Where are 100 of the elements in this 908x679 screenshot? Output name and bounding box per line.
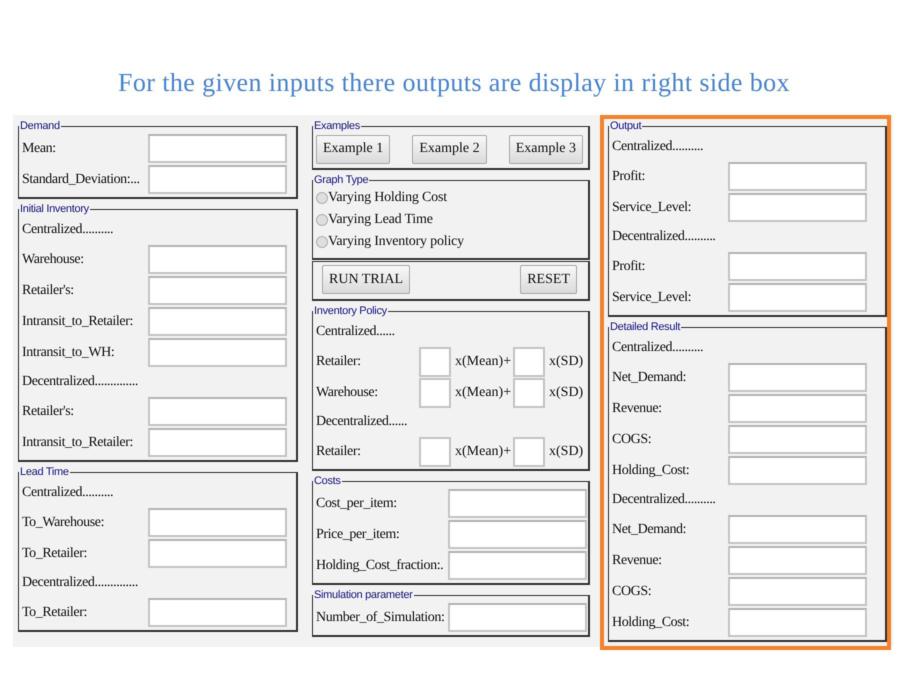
- field-label: Cost_per_item:: [316, 496, 398, 512]
- field-label: Warehouse:: [316, 384, 379, 400]
- field-label: Holding_Cost:: [612, 462, 690, 478]
- group-heading: Decentralized..........: [612, 492, 716, 508]
- unit-label: x(Mean)+: [454, 444, 512, 460]
- unit-label: x(SD): [548, 354, 584, 370]
- input-field[interactable]: [728, 193, 867, 222]
- field-label: Holding_Cost:: [612, 614, 690, 630]
- unit-label: x(SD): [548, 384, 584, 400]
- section-legend: Detailed Result: [609, 321, 682, 334]
- input-field[interactable]: [448, 603, 587, 632]
- group-heading: Centralized..........: [612, 340, 704, 356]
- group-heading: Centralized..........: [22, 222, 114, 238]
- group-heading: Decentralized..........: [612, 229, 716, 245]
- input-field[interactable]: [728, 577, 867, 606]
- section-legend: Initial Inventory: [19, 203, 90, 216]
- radio-button[interactable]: [316, 236, 328, 248]
- input-field[interactable]: [148, 397, 287, 426]
- section-legend: Simulation parameter: [313, 589, 414, 602]
- input-field[interactable]: [728, 425, 867, 454]
- field-label: Service_Level:: [612, 200, 692, 216]
- section-legend: Costs: [313, 475, 342, 488]
- field-label: Retailer:: [316, 444, 362, 460]
- action-button[interactable]: Example 2: [412, 134, 487, 164]
- input-field[interactable]: [728, 608, 867, 637]
- field-label: COGS:: [612, 432, 652, 448]
- field-label: Profit:: [612, 168, 646, 184]
- section-legend: Examples: [313, 120, 361, 133]
- section-legend: Output: [609, 120, 642, 133]
- input-field[interactable]: [148, 276, 287, 305]
- input-field[interactable]: [448, 520, 587, 549]
- input-field[interactable]: [148, 134, 287, 163]
- section-legend: Demand: [19, 120, 61, 133]
- radio-label[interactable]: Varying Inventory policy: [328, 234, 464, 250]
- input-field[interactable]: [728, 363, 867, 392]
- input-field[interactable]: [513, 378, 545, 408]
- unit-label: x(Mean)+: [454, 354, 512, 370]
- radio-button[interactable]: [316, 214, 328, 226]
- group-heading: Decentralized..............: [22, 575, 138, 591]
- field-label: To_Retailer:: [22, 604, 88, 620]
- input-field[interactable]: [148, 539, 287, 568]
- input-field[interactable]: [148, 598, 287, 627]
- unit-label: x(Mean)+: [454, 384, 512, 400]
- input-field[interactable]: [148, 428, 287, 457]
- radio-label[interactable]: Varying Lead Time: [328, 212, 433, 228]
- group-heading: Centralized......: [316, 324, 395, 340]
- field-label: Revenue:: [612, 400, 663, 416]
- action-button[interactable]: Example 1: [316, 134, 390, 164]
- field-label: Intransit_to_WH:: [22, 344, 116, 360]
- field-label: Service_Level:: [612, 290, 692, 306]
- field-label: Holding_Cost_fraction:.: [316, 558, 444, 574]
- input-field[interactable]: [728, 162, 867, 191]
- input-field[interactable]: [728, 394, 867, 423]
- field-label: Revenue:: [612, 552, 663, 568]
- radio-button[interactable]: [316, 192, 328, 204]
- field-label: Price_per_item:: [316, 526, 400, 542]
- field-label: Net_Demand:: [612, 370, 688, 386]
- field-label: Mean:: [22, 140, 57, 156]
- group-heading: Decentralized......: [316, 414, 408, 430]
- input-field[interactable]: [148, 508, 287, 537]
- radio-label[interactable]: Varying Holding Cost: [328, 190, 447, 206]
- slide-title: For the given inputs there outputs are display in right side box: [118, 68, 790, 98]
- input-field[interactable]: [728, 546, 867, 575]
- input-field[interactable]: [148, 245, 287, 274]
- field-label: Number_of_Simulation:: [316, 610, 446, 626]
- input-field[interactable]: [448, 551, 587, 580]
- field-label: Intransit_to_Retailer:: [22, 434, 134, 450]
- field-label: To_Retailer:: [22, 546, 88, 562]
- action-button[interactable]: Example 3: [508, 134, 583, 164]
- section-legend: Lead Time: [19, 466, 70, 479]
- group-heading: Centralized..........: [22, 485, 114, 501]
- input-field[interactable]: [419, 378, 451, 408]
- input-field[interactable]: [728, 283, 867, 312]
- group-heading: Decentralized..............: [22, 374, 138, 390]
- unit-label: x(SD): [548, 444, 584, 460]
- field-label: Profit:: [612, 258, 646, 274]
- field-label: COGS:: [612, 584, 652, 600]
- field-label: Retailer's:: [22, 282, 75, 298]
- section-legend: Graph Type: [313, 174, 370, 187]
- input-field[interactable]: [448, 489, 587, 518]
- field-label: Retailer:: [316, 354, 362, 370]
- input-field[interactable]: [419, 436, 451, 466]
- action-button[interactable]: RESET: [520, 265, 577, 294]
- input-field[interactable]: [148, 307, 287, 336]
- field-label: To_Warehouse:: [22, 514, 106, 530]
- input-field[interactable]: [728, 515, 867, 544]
- input-field[interactable]: [419, 346, 451, 376]
- field-label: Retailer's:: [22, 404, 75, 420]
- input-field[interactable]: [513, 346, 545, 376]
- field-label: Warehouse:: [22, 252, 85, 268]
- input-field[interactable]: [148, 165, 287, 194]
- field-label: Net_Demand:: [612, 522, 688, 538]
- field-label: Standard_Deviation:...: [22, 172, 141, 188]
- input-field[interactable]: [728, 456, 867, 485]
- action-button[interactable]: RUN TRIAL: [322, 265, 410, 294]
- input-field[interactable]: [148, 338, 287, 367]
- input-field[interactable]: [513, 436, 545, 466]
- input-field[interactable]: [728, 252, 867, 281]
- field-label: Intransit_to_Retailer:: [22, 314, 134, 330]
- group-heading: Centralized..........: [612, 139, 704, 155]
